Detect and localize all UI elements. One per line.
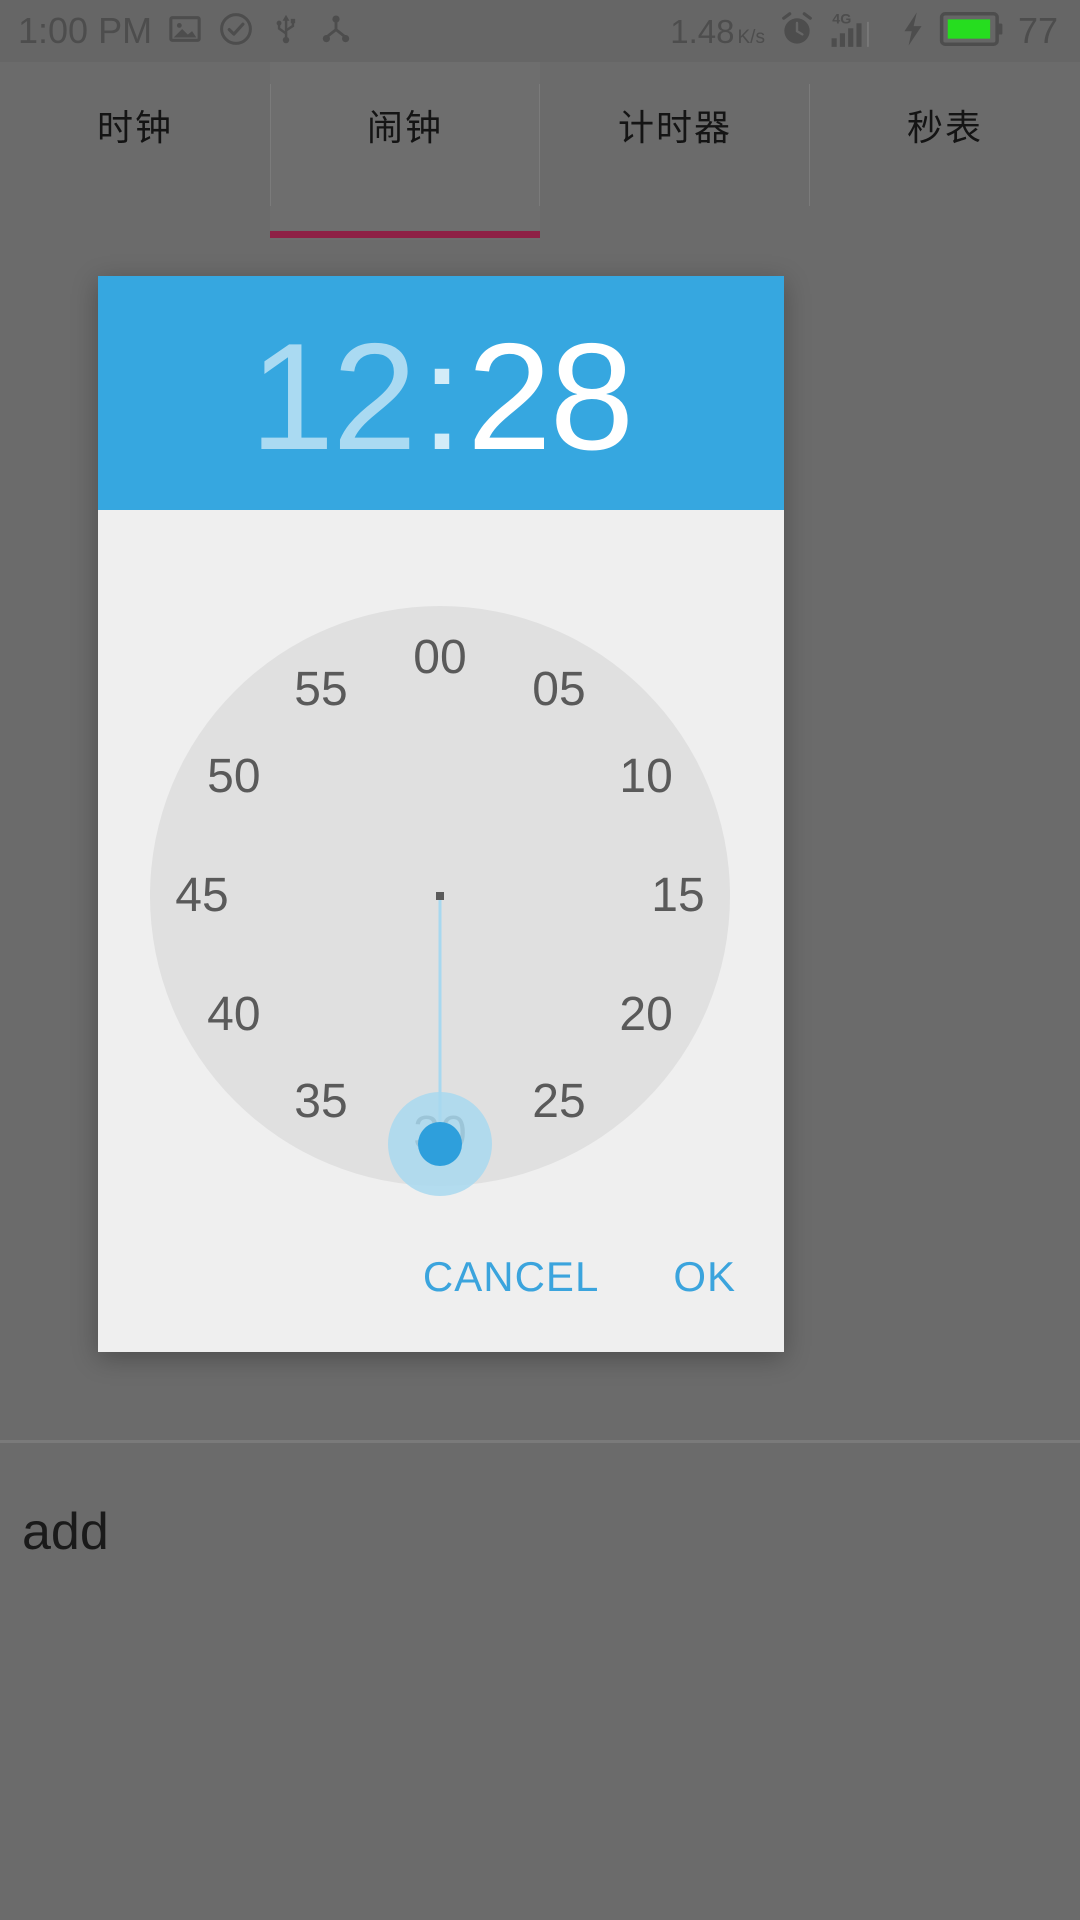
charging-bolt-icon	[900, 10, 926, 53]
bottom-divider	[0, 1440, 1080, 1443]
image-icon	[168, 12, 202, 51]
tab-timer[interactable]: 计时器	[540, 62, 810, 240]
alarm-icon	[778, 10, 816, 53]
share-nodes-icon	[318, 11, 354, 52]
clock-minute-label[interactable]: 20	[586, 991, 706, 1039]
clock-minute-label[interactable]: 00	[380, 634, 500, 682]
tab-divider	[270, 84, 271, 206]
time-picker-header: 12 : 28	[98, 276, 784, 510]
svg-text:4G: 4G	[832, 11, 851, 27]
clock-minute-label[interactable]: 15	[618, 872, 738, 920]
status-bar-clock: 1:00 PM	[18, 10, 153, 51]
tab-alarm-label: 闹钟	[366, 107, 443, 148]
add-label[interactable]: add	[22, 1506, 109, 1558]
tab-alarm[interactable]: 闹钟	[270, 62, 540, 240]
clock-minute-label[interactable]: 50	[174, 753, 294, 801]
bottom-area: add	[0, 1440, 1080, 1920]
clock-face[interactable]: 000510152025303540455055	[98, 510, 784, 1210]
battery-icon	[939, 10, 1005, 53]
network-speed-value: 1.48	[670, 12, 735, 50]
time-separator: :	[420, 312, 463, 482]
status-bar-right-group: 1.48 K/s 4G 77	[670, 9, 1058, 54]
clock-minute-label[interactable]: 35	[261, 1078, 381, 1126]
check-circle-icon	[218, 11, 254, 52]
clock-minute-label[interactable]: 45	[142, 872, 262, 920]
clock-minute-label[interactable]: 40	[174, 991, 294, 1039]
dialog-action-bar: CANCEL OK	[98, 1202, 784, 1352]
usb-icon	[270, 11, 302, 52]
battery-percent: 77	[1017, 10, 1058, 51]
clock-selector-dot[interactable]	[418, 1122, 462, 1166]
tab-clock[interactable]: 时钟	[0, 62, 270, 240]
network-speed: 1.48 K/s	[670, 15, 765, 48]
tab-stopwatch-label: 秒表	[906, 107, 983, 148]
clock-minute-label[interactable]: 25	[499, 1078, 619, 1126]
clock-minute-label[interactable]: 05	[499, 665, 619, 714]
status-bar: 1:00 PM 1.48 K/s 4G 77	[0, 0, 1080, 62]
clock-minute-label[interactable]: 55	[261, 665, 381, 714]
minutes-value[interactable]: 28	[467, 321, 634, 473]
time-display: 12 : 28	[250, 312, 634, 482]
tab-bar: 时钟 闹钟 计时器 秒表	[0, 62, 1080, 240]
tab-clock-label: 时钟	[96, 107, 173, 148]
status-bar-left-group: 1:00 PM	[18, 11, 354, 52]
hours-value[interactable]: 12	[250, 321, 417, 473]
tab-stopwatch[interactable]: 秒表	[810, 62, 1080, 240]
clock-center-dot	[436, 892, 444, 900]
time-picker-dialog: 12 : 28 000510152025303540455055 CANCEL …	[98, 276, 784, 1352]
clock-minute-label[interactable]: 10	[586, 753, 706, 801]
cancel-button[interactable]: CANCEL	[417, 1246, 605, 1308]
ok-button[interactable]: OK	[667, 1246, 742, 1308]
tab-selected-indicator	[270, 231, 540, 238]
network-speed-unit: K/s	[737, 26, 765, 48]
signal-4g-icon: 4G	[829, 9, 887, 54]
tab-timer-label: 计时器	[617, 107, 732, 148]
